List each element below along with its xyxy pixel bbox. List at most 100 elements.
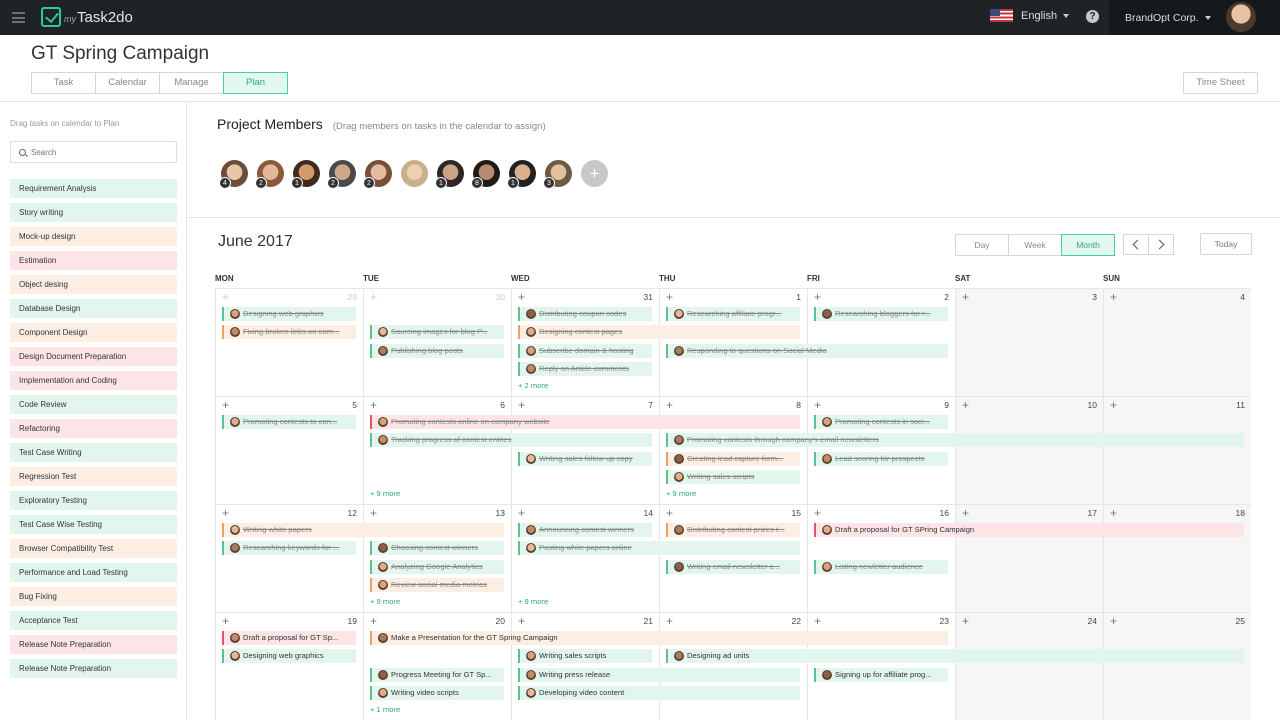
help-icon[interactable]: ? (1086, 10, 1099, 23)
calendar-event[interactable]: Signing up for affiliate prog... (814, 668, 948, 682)
tab-calendar[interactable]: Calendar (95, 72, 160, 94)
sidebar-task-item[interactable]: Release Note Preparation (10, 635, 177, 654)
calendar-event[interactable]: Writing sales scripts (666, 470, 800, 484)
member-avatar[interactable]: 1 (435, 160, 464, 189)
sidebar-task-item[interactable]: Browser Compatibility Test (10, 539, 177, 558)
language-selector[interactable]: English (990, 9, 1070, 22)
calendar-event[interactable]: Progress Meeting for GT Sp... (370, 668, 504, 682)
add-event-icon[interactable]: + (222, 615, 229, 627)
calendar-event[interactable]: Publishing blog posts (370, 344, 504, 358)
sidebar-task-item[interactable]: Regression Test (10, 467, 177, 486)
calendar-day-cell[interactable]: +3 (955, 288, 1103, 396)
calendar-day-cell[interactable]: +31 (511, 288, 659, 396)
add-event-icon[interactable]: + (518, 291, 525, 303)
chevron-left-icon[interactable] (1123, 234, 1149, 255)
sidebar-task-item[interactable]: Design Document Preparation (10, 347, 177, 366)
calendar-event[interactable]: Fixing broken links on com... (222, 325, 356, 339)
calendar-event[interactable]: Distributing contest prizes t... (666, 523, 800, 537)
calendar-event[interactable]: Researching bloggers for r... (814, 307, 948, 321)
sidebar-task-item[interactable]: Story writing (10, 203, 177, 222)
calendar-event[interactable]: Researching keywords for ... (222, 541, 356, 555)
calendar-day-cell[interactable]: +12 (215, 504, 363, 612)
calendar-event[interactable]: Writing white papers (222, 523, 504, 537)
sidebar-task-item[interactable]: Acceptance Test (10, 611, 177, 630)
tab-manage[interactable]: Manage (159, 72, 224, 94)
calendar-event[interactable]: Draft a proposal for GT SPring Campaign (814, 523, 1244, 537)
sidebar-task-item[interactable]: Database Design (10, 299, 177, 318)
more-events-link[interactable]: + 2 more (518, 381, 548, 390)
calendar-event[interactable]: Subscribe domain & hosting (518, 344, 652, 358)
search-box[interactable] (10, 141, 177, 163)
sidebar-task-item[interactable]: Code Review (10, 395, 177, 414)
calendar-event[interactable]: Tracking progress of contest entries (370, 433, 652, 447)
sidebar-task-item[interactable]: Test Case Wise Testing (10, 515, 177, 534)
calendar-event[interactable]: Writing sales follow up copy (518, 452, 652, 466)
add-event-icon[interactable]: + (370, 399, 377, 411)
member-avatar[interactable]: 4 (219, 160, 248, 189)
calendar-event[interactable]: Make a Presentation for the GT Spring Ca… (370, 631, 948, 645)
calendar-event[interactable]: Designing ad units (666, 649, 1244, 663)
calendar-event[interactable]: Listing newletter audience (814, 560, 948, 574)
calendar-day-cell[interactable]: +13 (363, 504, 511, 612)
organization-selector[interactable]: BrandOpt Corp. (1125, 12, 1211, 24)
user-avatar[interactable] (1226, 2, 1256, 32)
calendar-event[interactable]: Choosing contest winners (370, 541, 504, 555)
tab-plan[interactable]: Plan (223, 72, 288, 94)
calendar-event[interactable]: Writing sales scripts (518, 649, 652, 663)
calendar-event[interactable]: Distributing coupon codes (518, 307, 652, 321)
member-avatar[interactable]: 2 (363, 160, 392, 189)
sidebar-task-item[interactable]: Bug Fixing (10, 587, 177, 606)
calendar-event[interactable]: Developing video content (518, 686, 800, 700)
calendar-day-cell[interactable]: +10 (955, 396, 1103, 504)
calendar-day-cell[interactable]: +11 (1103, 396, 1251, 504)
add-event-icon[interactable]: + (962, 291, 969, 303)
sidebar-task-item[interactable]: Test Case Writing (10, 443, 177, 462)
calendar-day-cell[interactable]: +5 (215, 396, 363, 504)
calendar-day-cell[interactable]: +14 (511, 504, 659, 612)
add-event-icon[interactable]: + (814, 291, 821, 303)
add-event-icon[interactable]: + (222, 507, 229, 519)
sidebar-task-item[interactable]: Performance and Load Testing (10, 563, 177, 582)
more-events-link[interactable]: + 9 more (666, 489, 696, 498)
tab-task[interactable]: Task (31, 72, 96, 94)
calendar-event[interactable]: Lead scoring for prospects (814, 452, 948, 466)
add-event-icon[interactable]: + (518, 615, 525, 627)
add-event-icon[interactable]: + (666, 399, 673, 411)
calendar-event[interactable]: Posting white papers online (518, 541, 800, 555)
add-event-icon[interactable]: + (666, 291, 673, 303)
time-sheet-button[interactable]: Time Sheet (1183, 72, 1258, 94)
sidebar-task-item[interactable]: Release Note Preparation (10, 659, 177, 678)
calendar-day-cell[interactable]: +16 (807, 504, 955, 612)
calendar-day-cell[interactable]: +23 (807, 612, 955, 720)
add-event-icon[interactable]: + (370, 507, 377, 519)
add-event-icon[interactable]: + (1110, 507, 1117, 519)
calendar-day-cell[interactable]: +19 (215, 612, 363, 720)
calendar-event[interactable]: Writing press release (518, 668, 800, 682)
calendar-day-cell[interactable]: +17 (955, 504, 1103, 612)
calendar-day-cell[interactable]: +20 (363, 612, 511, 720)
calendar-event[interactable]: Analyzing Google Analytics (370, 560, 504, 574)
sidebar-task-item[interactable]: Object desing (10, 275, 177, 294)
view-month-button[interactable]: Month (1061, 234, 1115, 256)
chevron-right-icon[interactable] (1148, 234, 1174, 255)
calendar-event[interactable]: Promoting contests online on company web… (370, 415, 800, 429)
search-input[interactable] (31, 147, 151, 157)
add-event-icon[interactable]: + (962, 507, 969, 519)
calendar-event[interactable]: Promoting contests to con... (222, 415, 356, 429)
calendar-day-cell[interactable]: +15 (659, 504, 807, 612)
add-event-icon[interactable]: + (222, 291, 229, 303)
sidebar-task-item[interactable]: Estimation (10, 251, 177, 270)
sidebar-task-item[interactable]: Component Design (10, 323, 177, 342)
sidebar-task-item[interactable]: Exploratory Testing (10, 491, 177, 510)
calendar-event[interactable]: Reply on Article comments (518, 362, 652, 376)
member-avatar[interactable]: 1 (291, 160, 320, 189)
calendar-event[interactable]: Responding to questions on Social Media (666, 344, 948, 358)
add-event-icon[interactable]: + (666, 615, 673, 627)
add-event-icon[interactable]: + (666, 507, 673, 519)
calendar-event[interactable]: Researching affiliate progr... (666, 307, 800, 321)
calendar-event[interactable]: Sourcing images for blog P... (370, 325, 504, 339)
app-logo[interactable]: my Task2do (41, 7, 133, 27)
calendar-day-cell[interactable]: +30 (363, 288, 511, 396)
add-event-icon[interactable]: + (370, 291, 377, 303)
calendar-day-cell[interactable]: +9 (807, 396, 955, 504)
